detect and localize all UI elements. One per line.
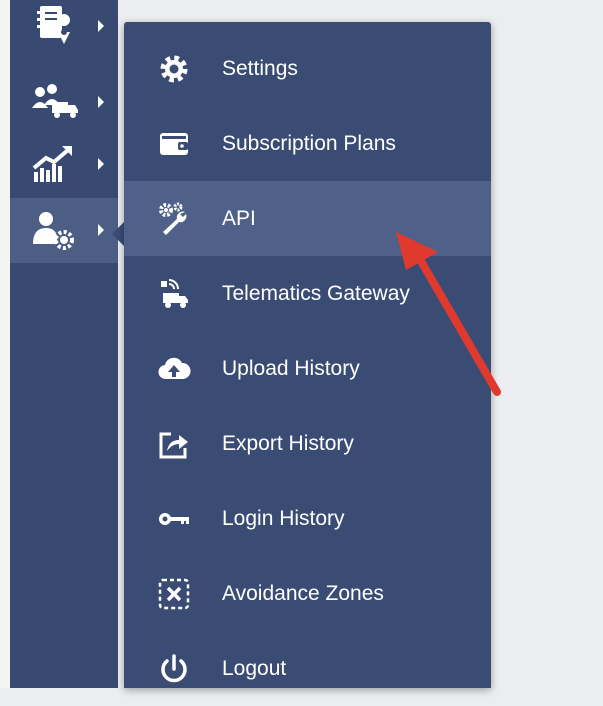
sidebar-item-users-vehicles[interactable] (10, 70, 118, 135)
menu-item-label: Telematics Gateway (222, 282, 410, 305)
gear-icon (160, 55, 188, 82)
analytics-chart-icon (32, 146, 72, 182)
menu-item-label: Login History (222, 507, 345, 530)
menu-item-login-history[interactable]: Login History (124, 481, 491, 556)
menu-item-api[interactable]: API (124, 181, 491, 256)
left-edge-strip (0, 0, 10, 688)
dropdown-pointer (112, 222, 124, 246)
menu-item-settings[interactable]: Settings (124, 31, 491, 106)
settings-dropdown-menu: Settings Subscription Plans API Telemati… (124, 22, 491, 688)
power-icon (161, 653, 187, 682)
menu-item-label: Logout (222, 657, 287, 680)
menu-item-label: API (222, 207, 256, 230)
menu-item-label: Upload History (222, 357, 360, 380)
caret-right-icon (98, 20, 104, 32)
sidebar-item-analytics[interactable] (10, 132, 118, 197)
menu-item-label: Export History (222, 432, 354, 455)
users-truck-icon (32, 84, 78, 118)
menu-item-avoidance-zones[interactable]: Avoidance Zones (124, 556, 491, 631)
wrench-gears-icon (159, 202, 187, 235)
sidebar-item-user-settings[interactable] (10, 198, 118, 263)
menu-item-logout[interactable]: Logout (124, 631, 491, 706)
caret-right-icon (98, 96, 104, 108)
export-icon (159, 432, 188, 458)
avoidance-zone-icon (158, 578, 190, 609)
menu-item-telematics-gateway[interactable]: Telematics Gateway (124, 256, 491, 331)
menu-item-label: Settings (222, 57, 298, 80)
user-settings-icon (33, 212, 74, 250)
key-icon (159, 512, 189, 525)
menu-item-export-history[interactable]: Export History (124, 406, 491, 481)
cloud-upload-icon (158, 357, 191, 379)
menu-item-upload-history[interactable]: Upload History (124, 331, 491, 406)
menu-item-subscription-plans[interactable]: Subscription Plans (124, 106, 491, 181)
sidebar (10, 0, 118, 688)
caret-right-icon (98, 224, 104, 236)
caret-right-icon (98, 158, 104, 170)
menu-item-label: Avoidance Zones (222, 582, 384, 605)
menu-item-label: Subscription Plans (222, 132, 396, 155)
sidebar-item-address-book[interactable] (10, 0, 118, 59)
address-book-location-icon (37, 6, 71, 45)
telematics-truck-icon (161, 278, 188, 308)
wallet-icon (160, 132, 188, 155)
